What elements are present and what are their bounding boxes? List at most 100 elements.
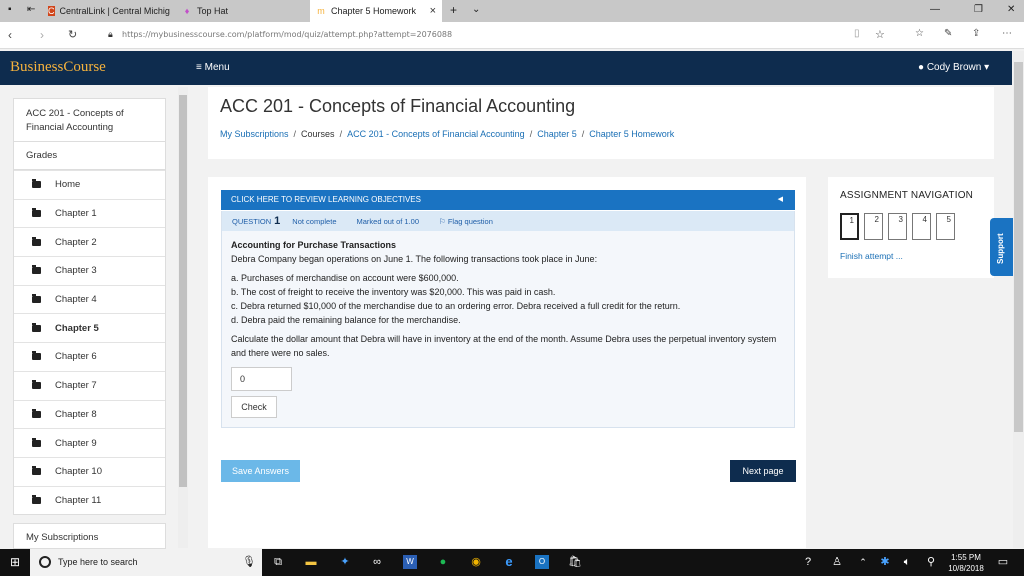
reading-view-icon[interactable]: ▯ <box>854 28 860 39</box>
more-icon[interactable]: ⋯ <box>1002 28 1012 39</box>
taskbar-clock[interactable]: 1:55 PM 10/8/2018 <box>944 552 988 574</box>
businesscourse-favicon-icon: m <box>317 6 325 16</box>
sidebar-item-chapter-3[interactable]: Chapter 3 <box>14 256 165 285</box>
caret-down-icon: ▾ <box>984 62 990 73</box>
infinity-app-icon[interactable]: ∞ <box>370 555 384 569</box>
transaction-item: b. The cost of freight to receive the in… <box>231 287 556 297</box>
favorites-hub-icon[interactable]: ☆ <box>915 28 924 39</box>
word-icon[interactable]: W <box>403 555 417 569</box>
breadcrumb-separator: / <box>293 129 297 139</box>
sidebar-scrollbar-thumb[interactable] <box>179 95 187 487</box>
store-icon[interactable]: 🛍︎ <box>568 555 582 569</box>
breadcrumb-courses: Courses <box>301 129 335 139</box>
folder-icon <box>32 208 41 218</box>
sidebar-grades-link[interactable]: Grades <box>14 142 165 170</box>
sidebar-item-chapter-1[interactable]: Chapter 1 <box>14 198 165 228</box>
tab-centrallink[interactable]: C CentralLink | Central Michig <box>48 0 170 22</box>
windows-start-icon[interactable]: ⊞ <box>8 555 22 569</box>
folder-icon <box>32 466 41 476</box>
outlook-icon[interactable]: O <box>535 555 549 569</box>
minimize-icon[interactable]: — <box>930 4 940 15</box>
sidebar-item-chapter-4[interactable]: Chapter 4 <box>14 284 165 314</box>
sidebar-item-chapter-9[interactable]: Chapter 9 <box>14 428 165 457</box>
address-bar[interactable]: https://mybusinesscourse.com/platform/mo… <box>122 30 452 39</box>
next-page-button[interactable]: Next page <box>730 460 796 482</box>
breadcrumb-chapter[interactable]: Chapter 5 <box>537 129 577 139</box>
question-nav-button[interactable]: 5 <box>936 213 955 240</box>
chrome-icon[interactable]: ◉ <box>469 555 483 569</box>
answer-input[interactable] <box>231 367 292 391</box>
flag-question-button[interactable]: ⚐ Flag question <box>439 217 493 226</box>
notes-pen-icon[interactable]: ✎ <box>944 28 952 39</box>
sidebar-nav-block: ACC 201 - Concepts of Financial Accounti… <box>13 98 166 516</box>
question-nav-button[interactable]: 1 <box>840 213 859 240</box>
close-window-icon[interactable]: ✕ <box>1007 4 1015 15</box>
breadcrumb-separator: / <box>581 129 585 139</box>
back-icon[interactable]: ‹ <box>8 28 12 42</box>
microphone-icon[interactable]: 🎙︎ <box>242 555 256 568</box>
save-answers-button[interactable]: Save Answers <box>221 460 300 482</box>
businesscourse-logo[interactable]: BusinessCourse <box>10 59 106 76</box>
tab-back-icon[interactable]: ⇤ <box>27 4 35 15</box>
network-icon[interactable]: ⚲ <box>924 555 938 569</box>
sidebar-item-chapter-8[interactable]: Chapter 8 <box>14 399 165 429</box>
sidebar-my-subscriptions[interactable]: My Subscriptions <box>13 523 166 549</box>
breadcrumb-homework[interactable]: Chapter 5 Homework <box>589 129 674 139</box>
chevron-down-icon[interactable]: ⌄ <box>472 4 480 15</box>
sidebar-item-chapter-7[interactable]: Chapter 7 <box>14 370 165 400</box>
volume-icon[interactable]: 🔈︎ <box>900 555 914 569</box>
question-nav-button[interactable]: 3 <box>888 213 907 240</box>
learning-objectives-toggle[interactable]: CLICK HERE TO REVIEW LEARNING OBJECTIVES… <box>221 190 795 210</box>
tab-actions-icon[interactable]: ▪ <box>8 4 12 15</box>
user-menu[interactable]: ● Cody Brown ▾ <box>918 62 989 73</box>
sidebar-item-chapter-10[interactable]: Chapter 10 <box>14 456 165 486</box>
close-tab-icon[interactable]: × <box>430 5 436 17</box>
help-icon[interactable]: ? <box>801 555 815 569</box>
restore-icon[interactable]: ❐ <box>974 4 983 15</box>
tab-tophat[interactable]: ♦ Top Hat <box>182 0 302 22</box>
spotify-icon[interactable]: ● <box>436 555 450 569</box>
sidebar-item-chapter-5[interactable]: Chapter 5 <box>14 313 165 342</box>
taskbar-search[interactable]: Type here to search 🎙︎ <box>30 549 262 576</box>
transaction-item: a. Purchases of merchandise on account w… <box>231 273 459 283</box>
folder-icon <box>32 322 41 332</box>
edge-icon[interactable]: e <box>502 555 516 569</box>
tab-chapter5-homework[interactable]: m Chapter 5 Homework × <box>310 0 442 22</box>
chevron-up-icon[interactable]: ⌃ <box>856 555 870 569</box>
breadcrumb-course[interactable]: ACC 201 - Concepts of Financial Accounti… <box>347 129 525 139</box>
sidebar-course-link[interactable]: ACC 201 - Concepts of Financial Accounti… <box>14 99 165 142</box>
file-explorer-icon[interactable]: ▬ <box>304 555 318 569</box>
forward-icon[interactable]: › <box>40 28 44 42</box>
check-button[interactable]: Check <box>231 396 277 418</box>
task-view-icon[interactable]: ⧉ <box>271 555 285 569</box>
notifications-icon[interactable]: ▭ <box>996 555 1010 569</box>
share-icon[interactable]: ⇪ <box>972 28 980 39</box>
question-nav-button[interactable]: 2 <box>864 213 883 240</box>
dropbox-icon[interactable]: ✦ <box>338 555 352 569</box>
breadcrumb-my-subscriptions[interactable]: My Subscriptions <box>220 129 289 139</box>
support-tab[interactable]: Support <box>990 218 1014 276</box>
flag-icon: ⚐ <box>439 216 448 226</box>
menu-button[interactable]: ≡ Menu <box>196 62 230 73</box>
sidebar-item-home[interactable]: Home <box>14 170 165 199</box>
sidebar-item-label: Chapter 3 <box>55 265 97 277</box>
refresh-icon[interactable]: ↻ <box>68 28 77 41</box>
favorite-star-icon[interactable]: ☆ <box>875 28 885 41</box>
question-heading: Accounting for Purchase Transactions <box>231 240 397 250</box>
bluetooth-icon[interactable]: ✱ <box>878 555 892 569</box>
menu-label: Menu <box>204 62 230 73</box>
finish-attempt-link[interactable]: Finish attempt ... <box>840 251 903 261</box>
flag-label: Flag question <box>447 216 493 226</box>
tab-label: Top Hat <box>197 6 229 16</box>
breadcrumb: My Subscriptions / Courses / ACC 201 - Conce… <box>220 129 674 139</box>
sidebar-item-label: Chapter 7 <box>55 380 97 392</box>
sidebar-item-chapter-11[interactable]: Chapter 11 <box>14 485 165 515</box>
sidebar-item-chapter-2[interactable]: Chapter 2 <box>14 227 165 256</box>
people-icon[interactable]: ♙ <box>830 555 844 569</box>
new-tab-icon[interactable]: + <box>450 3 457 17</box>
question-label: QUESTION <box>232 216 272 226</box>
page-scrollbar-thumb[interactable] <box>1014 62 1023 432</box>
site-header: BusinessCourse ≡ Menu ● Cody Brown ▾ <box>0 51 1012 85</box>
question-nav-button[interactable]: 4 <box>912 213 931 240</box>
sidebar-item-chapter-6[interactable]: Chapter 6 <box>14 342 165 371</box>
